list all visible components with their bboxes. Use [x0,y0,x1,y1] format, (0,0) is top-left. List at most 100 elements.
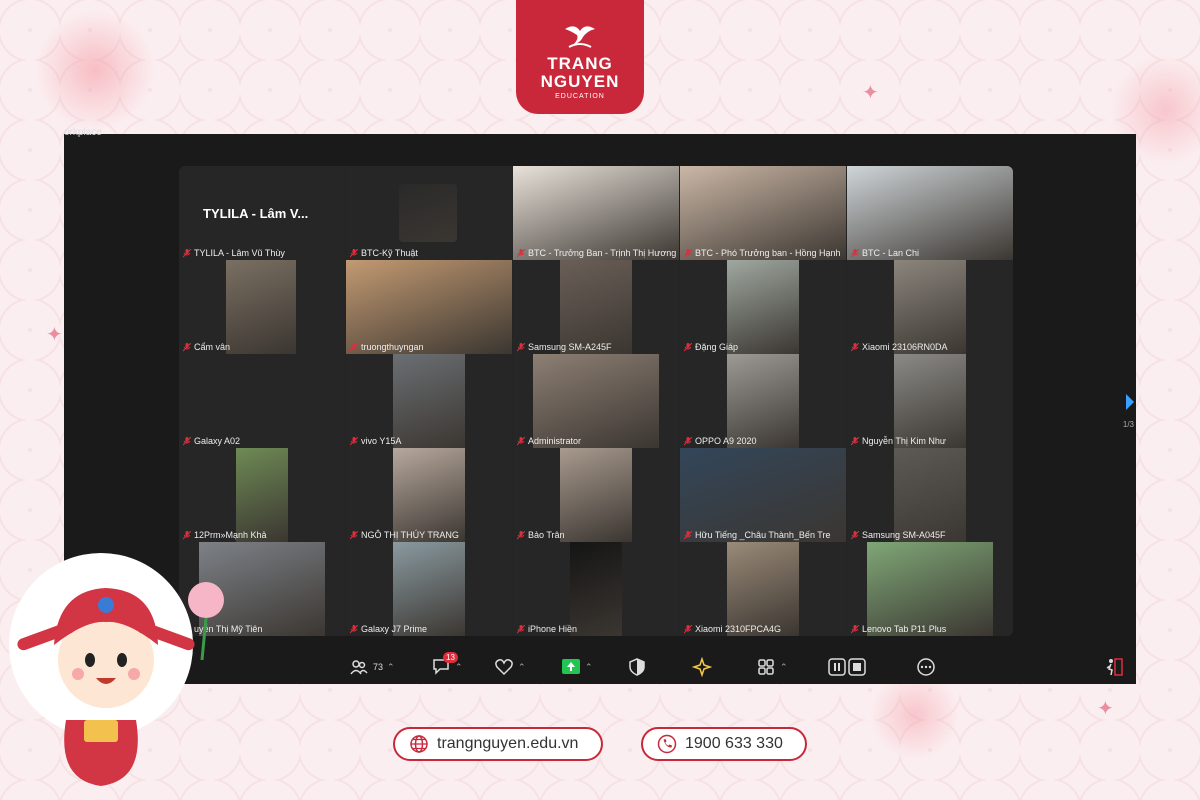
more-button[interactable] [916,656,936,678]
participant-video [727,354,799,448]
participant-name: Hữu Tiếng _Châu Thành_Bến Tre [684,530,830,540]
muted-mic-icon [517,436,525,445]
participant-tile[interactable]: NGÔ THỊ THÚY TRANG [346,448,512,542]
participant-name-text: OPPO A9 2020 [695,436,757,446]
participant-name: Xiaomi 23106RN0DA [851,342,948,352]
participant-name-text: BTC-Kỹ Thuật [361,248,418,258]
globe-icon [410,735,428,753]
participant-tile[interactable]: Bảo Trân [513,448,679,542]
brand-line2: NGUYEN [540,72,620,91]
participant-tile[interactable]: Nguyễn Thị Kim Như [847,354,1013,448]
participant-video [399,184,457,242]
chevron-up-icon[interactable]: ⌃ [455,662,463,673]
muted-mic-icon [851,530,859,539]
participant-name: Galaxy J7 Prime [350,624,427,634]
bird-logo-icon [565,26,595,48]
participant-name: BTC - Lan Chi [851,248,919,258]
participants-icon [350,660,368,675]
participant-tile[interactable]: truongthuyngan [346,260,512,354]
muted-mic-icon [684,624,692,633]
muted-mic-icon [851,248,859,257]
chevron-up-icon[interactable]: ⌃ [518,662,526,673]
ai-companion-button[interactable] [692,656,712,678]
participant-tile[interactable]: Galaxy J7 Prime [346,542,512,636]
participant-name: TYLILA - Lâm Vũ Thùy [183,248,285,258]
participant-name-text: NGÔ THỊ THÚY TRANG [361,530,459,540]
participant-video [393,542,465,636]
participant-video [867,542,993,636]
sparkle-icon: ✦ [862,82,879,104]
muted-mic-icon [851,624,859,633]
participant-name: Lenovo Tab P11 Plus [851,624,946,634]
pause-stop-record-icon [828,658,866,676]
participant-name-text: Bảo Trân [528,530,565,540]
participant-name-text: Xiaomi 23106RN0DA [862,342,948,352]
participant-video [346,260,512,354]
muted-mic-icon [350,624,358,633]
participants-button[interactable]: 73 ⌃ [349,656,395,678]
participant-tile[interactable]: Galaxy A02 [179,354,345,448]
participant-tile[interactable]: Xiaomi 23106RN0DA [847,260,1013,354]
muted-mic-icon [517,248,525,257]
participant-name: BTC - Trưởng Ban - Trịnh Thị Hương [517,248,676,258]
participant-name-text: iPhone Hiền [528,624,578,634]
participant-tile[interactable]: BTC - Phó Trưởng ban - Hồng Hạnh [680,166,846,260]
phone-icon [657,734,677,754]
chat-button[interactable]: 13 ⌃ [431,652,463,678]
participant-name: Đặng Giáp [684,342,738,352]
website-pill[interactable]: trangnguyen.edu.vn [393,727,603,761]
participant-tile[interactable]: Đặng Giáp [680,260,846,354]
featured-participant-name: TYLILA - Lâm V... [203,206,309,221]
chevron-up-icon[interactable]: ⌃ [387,662,395,673]
participant-tile[interactable]: OPPO A9 2020 [680,354,846,448]
phone-pill[interactable]: 1900 633 330 [641,727,807,761]
react-button[interactable]: ⌃ [494,656,526,678]
window-title: orkplace [64,127,102,138]
muted-mic-icon [684,342,692,351]
page-indicator: 1/3 [1122,420,1134,429]
mascot-illustration [9,553,224,786]
muted-mic-icon [517,530,525,539]
participant-name-text: TYLILA - Lâm Vũ Thùy [194,248,285,258]
participant-name: truongthuyngan [350,342,424,352]
participant-tile[interactable]: iPhone Hiền [513,542,679,636]
video-grid: TYLILA - Lâm V... TYLILA - Lâm Vũ Thùy BT… [179,166,1013,636]
chevron-up-icon[interactable]: ⌃ [585,662,593,673]
security-button[interactable] [627,656,647,678]
participant-video [513,166,679,260]
muted-mic-icon [851,436,859,445]
participant-name-text: vivo Y15A [361,436,402,446]
participant-tile[interactable]: Lenovo Tab P11 Plus [847,542,1013,636]
participant-video [680,166,846,260]
participant-tile[interactable]: Xiaomi 2310FPCA4G [680,542,846,636]
muted-mic-icon [183,436,191,445]
brand-line3: EDUCATION [555,93,605,100]
participant-tile[interactable]: BTC - Lan Chi [847,166,1013,260]
record-button[interactable] [828,656,866,678]
participant-tile[interactable]: Cẩm vân [179,260,345,354]
share-screen-button[interactable]: ⌃ [561,656,593,678]
leave-button[interactable] [1104,656,1124,678]
participant-name-text: Samsung SM-A245F [528,342,612,352]
participant-tile[interactable]: 12Prm»Mạnh Khả [179,448,345,542]
brand-logo: TRANG NGUYEN EDUCATION [516,0,644,114]
muted-mic-icon [350,436,358,445]
participant-name: iPhone Hiền [517,624,577,634]
participant-name: Samsung SM-A045F [851,530,946,540]
brand-line1: TRANG [547,54,613,73]
participant-tile[interactable]: vivo Y15A [346,354,512,448]
participant-tile[interactable]: BTC - Trưởng Ban - Trịnh Thị Hương [513,166,679,260]
muted-mic-icon [684,436,692,445]
chat-badge: 13 [443,652,458,663]
participant-tile[interactable]: Administrator [513,354,679,448]
apps-button[interactable]: ⌃ [756,656,788,678]
chevron-up-icon[interactable]: ⌃ [780,662,788,673]
participant-name: NGÔ THỊ THÚY TRANG [350,530,459,540]
participant-tile[interactable]: Samsung SM-A245F [513,260,679,354]
participant-tile[interactable]: BTC-Kỹ Thuật [346,166,512,260]
participant-tile[interactable]: Samsung SM-A045F [847,448,1013,542]
next-page-arrow-icon[interactable] [1124,392,1136,412]
heart-icon [495,659,513,676]
participant-name-text: truongthuyngan [361,342,424,352]
participant-tile[interactable]: Hữu Tiếng _Châu Thành_Bến Tre [680,448,846,542]
